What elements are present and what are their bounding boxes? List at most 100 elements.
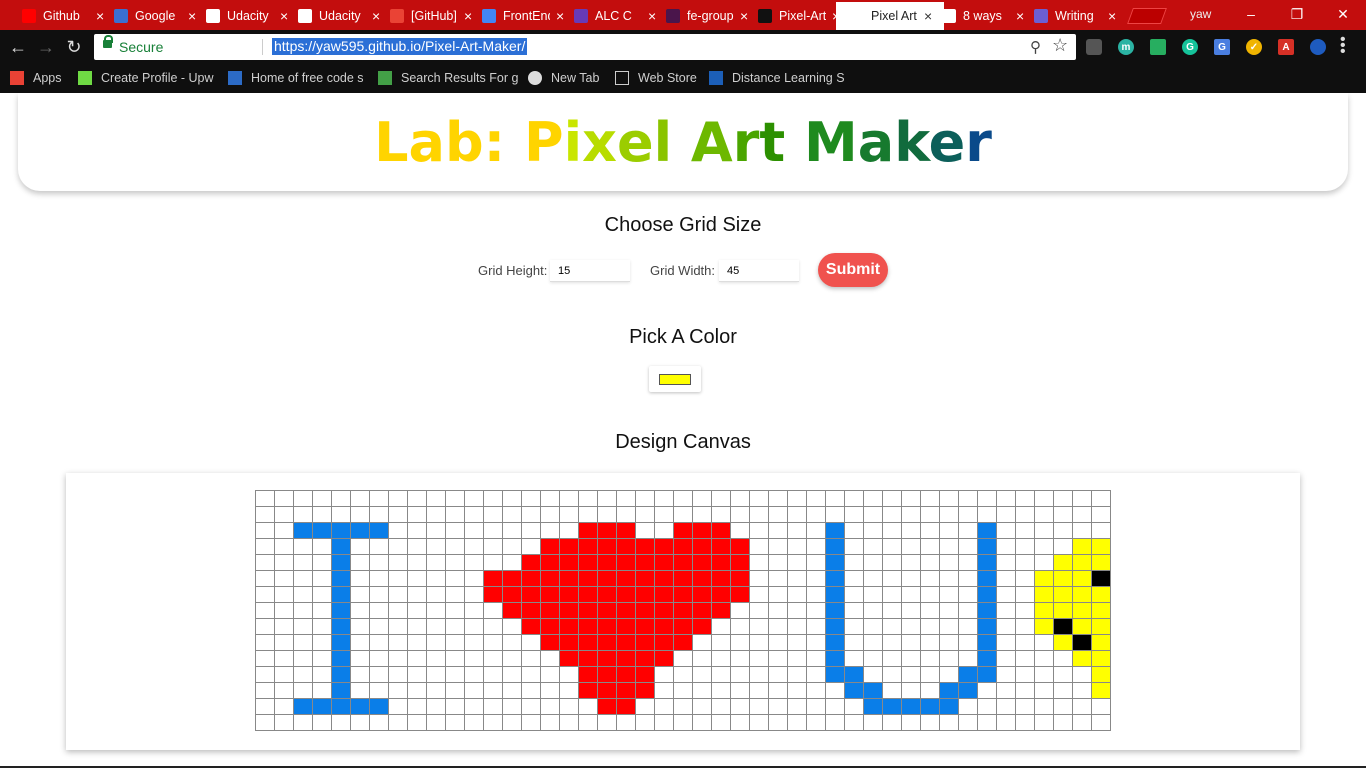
canvas-cell[interactable] xyxy=(445,570,465,587)
canvas-cell[interactable] xyxy=(521,538,541,555)
canvas-cell[interactable] xyxy=(1034,618,1054,635)
canvas-cell[interactable] xyxy=(787,714,807,731)
canvas-cell[interactable] xyxy=(692,490,712,507)
canvas-cell[interactable] xyxy=(730,682,750,699)
new-tab-button[interactable] xyxy=(1127,8,1167,24)
canvas-cell[interactable] xyxy=(996,714,1016,731)
canvas-cell[interactable] xyxy=(768,618,788,635)
canvas-cell[interactable] xyxy=(426,538,446,555)
canvas-cell[interactable] xyxy=(730,522,750,539)
canvas-cell[interactable] xyxy=(920,618,940,635)
canvas-cell[interactable] xyxy=(1034,714,1054,731)
canvas-cell[interactable] xyxy=(863,634,883,651)
canvas-cell[interactable] xyxy=(388,618,408,635)
canvas-cell[interactable] xyxy=(597,698,617,715)
canvas-cell[interactable] xyxy=(920,666,940,683)
canvas-cell[interactable] xyxy=(825,602,845,619)
canvas-cell[interactable] xyxy=(312,618,332,635)
canvas-cell[interactable] xyxy=(578,634,598,651)
canvas-cell[interactable] xyxy=(1091,714,1111,731)
close-window-button[interactable]: ✕ xyxy=(1320,0,1366,28)
canvas-cell[interactable] xyxy=(939,538,959,555)
canvas-cell[interactable] xyxy=(616,538,636,555)
canvas-cell[interactable] xyxy=(388,538,408,555)
canvas-cell[interactable] xyxy=(692,554,712,571)
canvas-cell[interactable] xyxy=(426,698,446,715)
canvas-cell[interactable] xyxy=(521,666,541,683)
canvas-cell[interactable] xyxy=(825,682,845,699)
canvas-cell[interactable] xyxy=(939,650,959,667)
canvas-cell[interactable] xyxy=(483,490,503,507)
canvas-cell[interactable] xyxy=(977,554,997,571)
canvas-cell[interactable] xyxy=(464,714,484,731)
canvas-cell[interactable] xyxy=(445,682,465,699)
canvas-cell[interactable] xyxy=(331,682,351,699)
canvas-cell[interactable] xyxy=(768,570,788,587)
canvas-cell[interactable] xyxy=(274,682,294,699)
canvas-cell[interactable] xyxy=(787,554,807,571)
canvas-cell[interactable] xyxy=(920,682,940,699)
canvas-cell[interactable] xyxy=(407,682,427,699)
canvas-cell[interactable] xyxy=(388,570,408,587)
canvas-cell[interactable] xyxy=(1053,618,1073,635)
canvas-cell[interactable] xyxy=(635,570,655,587)
canvas-cell[interactable] xyxy=(274,554,294,571)
bookmark-item[interactable]: Web Store xyxy=(615,70,697,86)
canvas-cell[interactable] xyxy=(540,714,560,731)
canvas-cell[interactable] xyxy=(749,650,769,667)
canvas-cell[interactable] xyxy=(597,490,617,507)
canvas-cell[interactable] xyxy=(483,522,503,539)
canvas-cell[interactable] xyxy=(844,714,864,731)
canvas-cell[interactable] xyxy=(1091,538,1111,555)
bookmark-item[interactable]: New Tab xyxy=(528,70,599,86)
canvas-cell[interactable] xyxy=(293,538,313,555)
canvas-cell[interactable] xyxy=(1053,570,1073,587)
canvas-cell[interactable] xyxy=(1072,666,1092,683)
canvas-cell[interactable] xyxy=(863,602,883,619)
canvas-cell[interactable] xyxy=(464,490,484,507)
canvas-cell[interactable] xyxy=(464,586,484,603)
canvas-cell[interactable] xyxy=(521,506,541,523)
canvas-cell[interactable] xyxy=(1015,602,1035,619)
canvas-cell[interactable] xyxy=(825,714,845,731)
canvas-cell[interactable] xyxy=(293,506,313,523)
canvas-cell[interactable] xyxy=(863,618,883,635)
canvas-cell[interactable] xyxy=(787,506,807,523)
canvas-cell[interactable] xyxy=(597,586,617,603)
canvas-cell[interactable] xyxy=(863,522,883,539)
globe-extension-icon[interactable] xyxy=(1310,39,1326,55)
canvas-cell[interactable] xyxy=(597,554,617,571)
canvas-cell[interactable] xyxy=(768,554,788,571)
canvas-cell[interactable] xyxy=(445,490,465,507)
canvas-cell[interactable] xyxy=(312,666,332,683)
canvas-cell[interactable] xyxy=(255,602,275,619)
canvas-cell[interactable] xyxy=(1091,650,1111,667)
canvas-cell[interactable] xyxy=(369,490,389,507)
canvas-cell[interactable] xyxy=(388,602,408,619)
canvas-cell[interactable] xyxy=(540,698,560,715)
canvas-cell[interactable] xyxy=(863,714,883,731)
canvas-cell[interactable] xyxy=(540,618,560,635)
canvas-cell[interactable] xyxy=(635,490,655,507)
canvas-cell[interactable] xyxy=(616,554,636,571)
canvas-cell[interactable] xyxy=(977,714,997,731)
canvas-cell[interactable] xyxy=(882,506,902,523)
canvas-cell[interactable] xyxy=(901,522,921,539)
canvas-cell[interactable] xyxy=(293,666,313,683)
canvas-cell[interactable] xyxy=(844,634,864,651)
canvas-cell[interactable] xyxy=(616,522,636,539)
canvas-cell[interactable] xyxy=(1034,522,1054,539)
canvas-cell[interactable] xyxy=(445,698,465,715)
canvas-cell[interactable] xyxy=(540,634,560,651)
canvas-cell[interactable] xyxy=(825,570,845,587)
canvas-cell[interactable] xyxy=(787,666,807,683)
canvas-cell[interactable] xyxy=(426,586,446,603)
canvas-cell[interactable] xyxy=(578,570,598,587)
canvas-cell[interactable] xyxy=(1072,682,1092,699)
canvas-cell[interactable] xyxy=(616,682,636,699)
canvas-cell[interactable] xyxy=(578,666,598,683)
bookmark-item[interactable]: Apps xyxy=(10,70,62,86)
canvas-cell[interactable] xyxy=(578,506,598,523)
pixel-canvas[interactable] xyxy=(255,490,1111,731)
canvas-cell[interactable] xyxy=(331,570,351,587)
